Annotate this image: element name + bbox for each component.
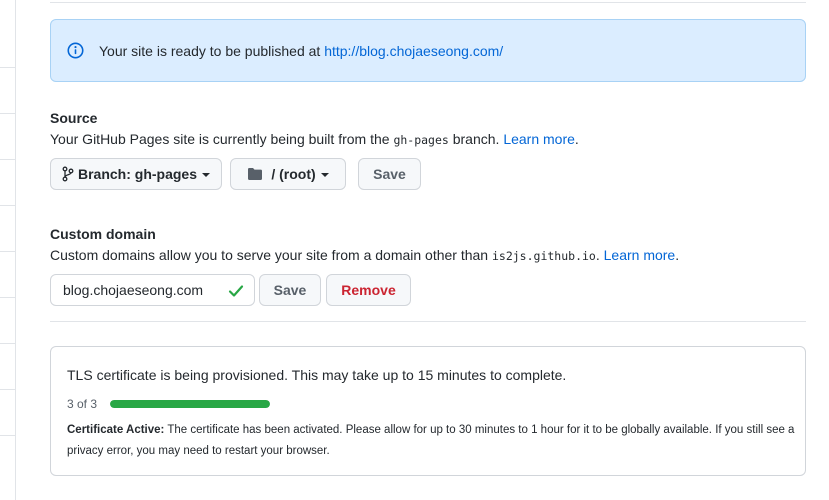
tls-message: TLS certificate is being provisioned. Th… [67, 367, 567, 383]
folder-select-button[interactable]: / (root) [230, 158, 346, 190]
branch-select-button[interactable]: Branch: gh-pages [50, 158, 222, 190]
custom-domain-title: Custom domain [50, 226, 156, 242]
custom-domain-input[interactable]: blog.chojaeseong.com [50, 274, 255, 306]
chevron-down-icon [320, 172, 329, 177]
tls-progress-fill [110, 400, 270, 408]
certificate-active-label: Certificate Active: [67, 424, 165, 436]
domain-desc-end: . [675, 247, 680, 263]
nav-divider [0, 251, 16, 252]
nav-divider [0, 435, 16, 436]
source-description: Your GitHub Pages site is currently bein… [50, 131, 579, 147]
domain-save-button[interactable]: Save [259, 274, 321, 306]
check-icon [228, 283, 244, 302]
chevron-down-icon [202, 172, 210, 177]
nav-divider [0, 343, 16, 344]
tls-certificate-note: Certificate Active: The certificate has … [67, 420, 797, 462]
domain-code: is2js.github.io [491, 249, 596, 263]
tls-progress-bar [110, 400, 270, 408]
nav-divider [0, 205, 16, 206]
domain-learn-more-link[interactable]: Learn more [604, 247, 676, 263]
nav-divider [0, 297, 16, 298]
tls-status-box: TLS certificate is being provisioned. Th… [50, 346, 806, 476]
source-title: Source [50, 110, 98, 126]
domain-desc-text: . [595, 247, 604, 263]
folder-icon [247, 167, 263, 181]
domain-remove-button[interactable]: Remove [326, 274, 411, 306]
source-learn-more-link[interactable]: Learn more [503, 131, 575, 147]
source-desc-text: Your GitHub Pages site is currently bein… [50, 131, 394, 147]
settings-nav-edge [0, 0, 16, 500]
certificate-active-text: The certificate has been activated. Plea… [67, 424, 795, 457]
folder-select-label: / (root) [271, 166, 316, 182]
source-desc-text: branch. [448, 131, 504, 147]
nav-divider [0, 67, 16, 68]
branch-select-label: Branch: gh-pages [77, 166, 197, 182]
git-branch-icon [62, 166, 74, 182]
info-icon [67, 42, 84, 59]
banner-text: Your site is ready to be published at [99, 42, 325, 59]
publish-status-banner: Your site is ready to be published at ht… [50, 19, 806, 82]
section-divider [50, 2, 806, 3]
nav-divider [0, 389, 16, 390]
source-save-button[interactable]: Save [358, 158, 421, 190]
domain-desc-text: Custom domains allow you to serve your s… [50, 247, 492, 263]
branch-code: gh-pages [393, 133, 449, 147]
custom-domain-description: Custom domains allow you to serve your s… [50, 247, 679, 263]
custom-domain-value: blog.chojaeseong.com [63, 282, 204, 298]
section-divider [50, 321, 806, 322]
site-url-link[interactable]: http://blog.chojaeseong.com/ [324, 43, 503, 59]
source-desc-end: . [574, 131, 579, 147]
tls-step-counter: 3 of 3 [67, 397, 98, 411]
nav-divider [0, 159, 16, 160]
nav-divider [0, 113, 16, 114]
banner-message: Your site is ready to be published at ht… [99, 43, 503, 59]
